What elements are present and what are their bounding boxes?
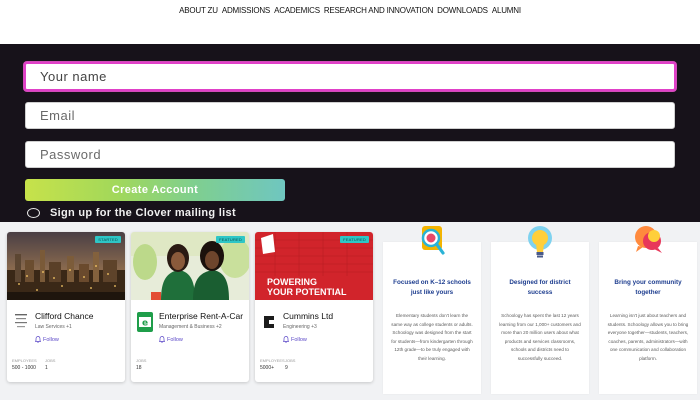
- follow-label: Follow: [43, 336, 59, 343]
- follow-button[interactable]: Follow: [35, 336, 59, 343]
- jobs-stat: JOBS 9: [285, 358, 295, 371]
- company-card-cummins[interactable]: POWERING YOUR POTENTIAL FEATURED Cummins…: [255, 232, 373, 382]
- feature-district: Designed for district success Schoology …: [491, 226, 589, 394]
- company-card-clifford-chance[interactable]: STARTED Clifford Chance Law Services +1 …: [7, 232, 125, 382]
- feature-title: Bring your community together: [614, 279, 682, 296]
- create-account-button[interactable]: Create Account: [25, 179, 285, 201]
- bottom-section: STARTED Clifford Chance Law Services +1 …: [0, 222, 700, 400]
- nav-research[interactable]: RESEARCH AND INNOVATION: [324, 6, 434, 15]
- lightbulb-icon: [524, 224, 556, 268]
- bell-icon: [35, 336, 41, 343]
- nav-about[interactable]: ABOUT ZU: [179, 6, 218, 15]
- jobs-label: JOBS: [285, 358, 296, 363]
- follow-label: Follow: [291, 336, 307, 343]
- magnifier-icon: [416, 224, 448, 268]
- company-card-enterprise[interactable]: FEATURED e Enterprise Rent-A-Car Managem…: [131, 232, 249, 382]
- banner-line-2: YOUR POTENTIAL: [267, 287, 347, 297]
- bell-icon: [283, 336, 289, 343]
- jobs-label: JOBS: [136, 358, 147, 363]
- company-card-image: FEATURED: [131, 232, 249, 300]
- employees-value: 500 - 1000: [12, 365, 36, 371]
- chat-bubbles-icon: [632, 224, 664, 268]
- signup-form: Create Account Sign up for the Clover ma…: [0, 44, 700, 222]
- company-industry: Law Services +1: [35, 324, 72, 330]
- company-name: Enterprise Rent-A-Car: [159, 311, 244, 321]
- company-name: Clifford Chance: [35, 311, 94, 321]
- jobs-value: 9: [285, 365, 288, 371]
- company-name: Cummins Ltd: [283, 311, 334, 321]
- jobs-label: JOBS: [45, 358, 56, 363]
- password-input[interactable]: [25, 141, 675, 168]
- follow-label: Follow: [167, 336, 183, 343]
- top-nav: ABOUT ZU ADMISSIONS ACADEMICS RESEARCH A…: [0, 0, 700, 44]
- cummins-logo: [261, 312, 277, 332]
- enterprise-logo: e: [137, 312, 153, 332]
- employees-label: EMPLOYEES: [260, 358, 285, 363]
- mailing-list-radio[interactable]: [27, 208, 40, 218]
- company-industry: Management & Business +2: [159, 324, 222, 330]
- nav-alumni[interactable]: ALUMNI: [492, 6, 521, 15]
- jobs-stat: JOBS 1: [45, 358, 55, 371]
- company-industry: Engineering +3: [283, 324, 317, 330]
- company-card-image: POWERING YOUR POTENTIAL FEATURED: [255, 232, 373, 300]
- clifford-chance-logo: [13, 312, 29, 332]
- jobs-value: 18: [136, 365, 142, 371]
- nav-academics[interactable]: ACADEMICS: [274, 6, 320, 15]
- card-badge: FEATURED: [216, 236, 245, 243]
- feature-body: Schoology has spent the last 12 years le…: [499, 313, 581, 361]
- employees-label: EMPLOYEES: [12, 358, 37, 363]
- feature-k12: Focused on K–12 schools just like yours …: [383, 226, 481, 394]
- follow-button[interactable]: Follow: [159, 336, 183, 343]
- feature-body: Learning isn't just about teachers and s…: [607, 313, 689, 361]
- banner-line-1: POWERING: [267, 277, 317, 287]
- card-badge: STARTED: [95, 236, 121, 243]
- mailing-list-option[interactable]: Sign up for the Clover mailing list: [27, 206, 236, 220]
- employees-value: 5000+: [260, 365, 275, 371]
- mailing-list-label: Sign up for the Clover mailing list: [50, 207, 236, 219]
- follow-button[interactable]: Follow: [283, 336, 307, 343]
- company-card-image: STARTED: [7, 232, 125, 300]
- nav-downloads[interactable]: DOWNLOADS: [437, 6, 488, 15]
- employees-stat: EMPLOYEES 500 - 1000: [12, 358, 37, 371]
- feature-title: Designed for district success: [509, 279, 571, 296]
- card-badge: FEATURED: [340, 236, 369, 243]
- employees-stat: EMPLOYEES 5000+: [260, 358, 285, 371]
- feature-title: Focused on K–12 schools just like yours: [393, 279, 471, 296]
- name-input[interactable]: [24, 62, 676, 91]
- feature-body: Elementary students don't learn the same…: [391, 313, 473, 361]
- email-input[interactable]: [25, 102, 675, 129]
- bell-icon: [159, 336, 165, 343]
- svg-text:e: e: [142, 319, 148, 329]
- jobs-value: 1: [45, 365, 48, 371]
- nav-admissions[interactable]: ADMISSIONS: [222, 6, 270, 15]
- feature-community: Bring your community together Learning i…: [599, 226, 697, 394]
- jobs-stat: JOBS 18: [136, 358, 146, 371]
